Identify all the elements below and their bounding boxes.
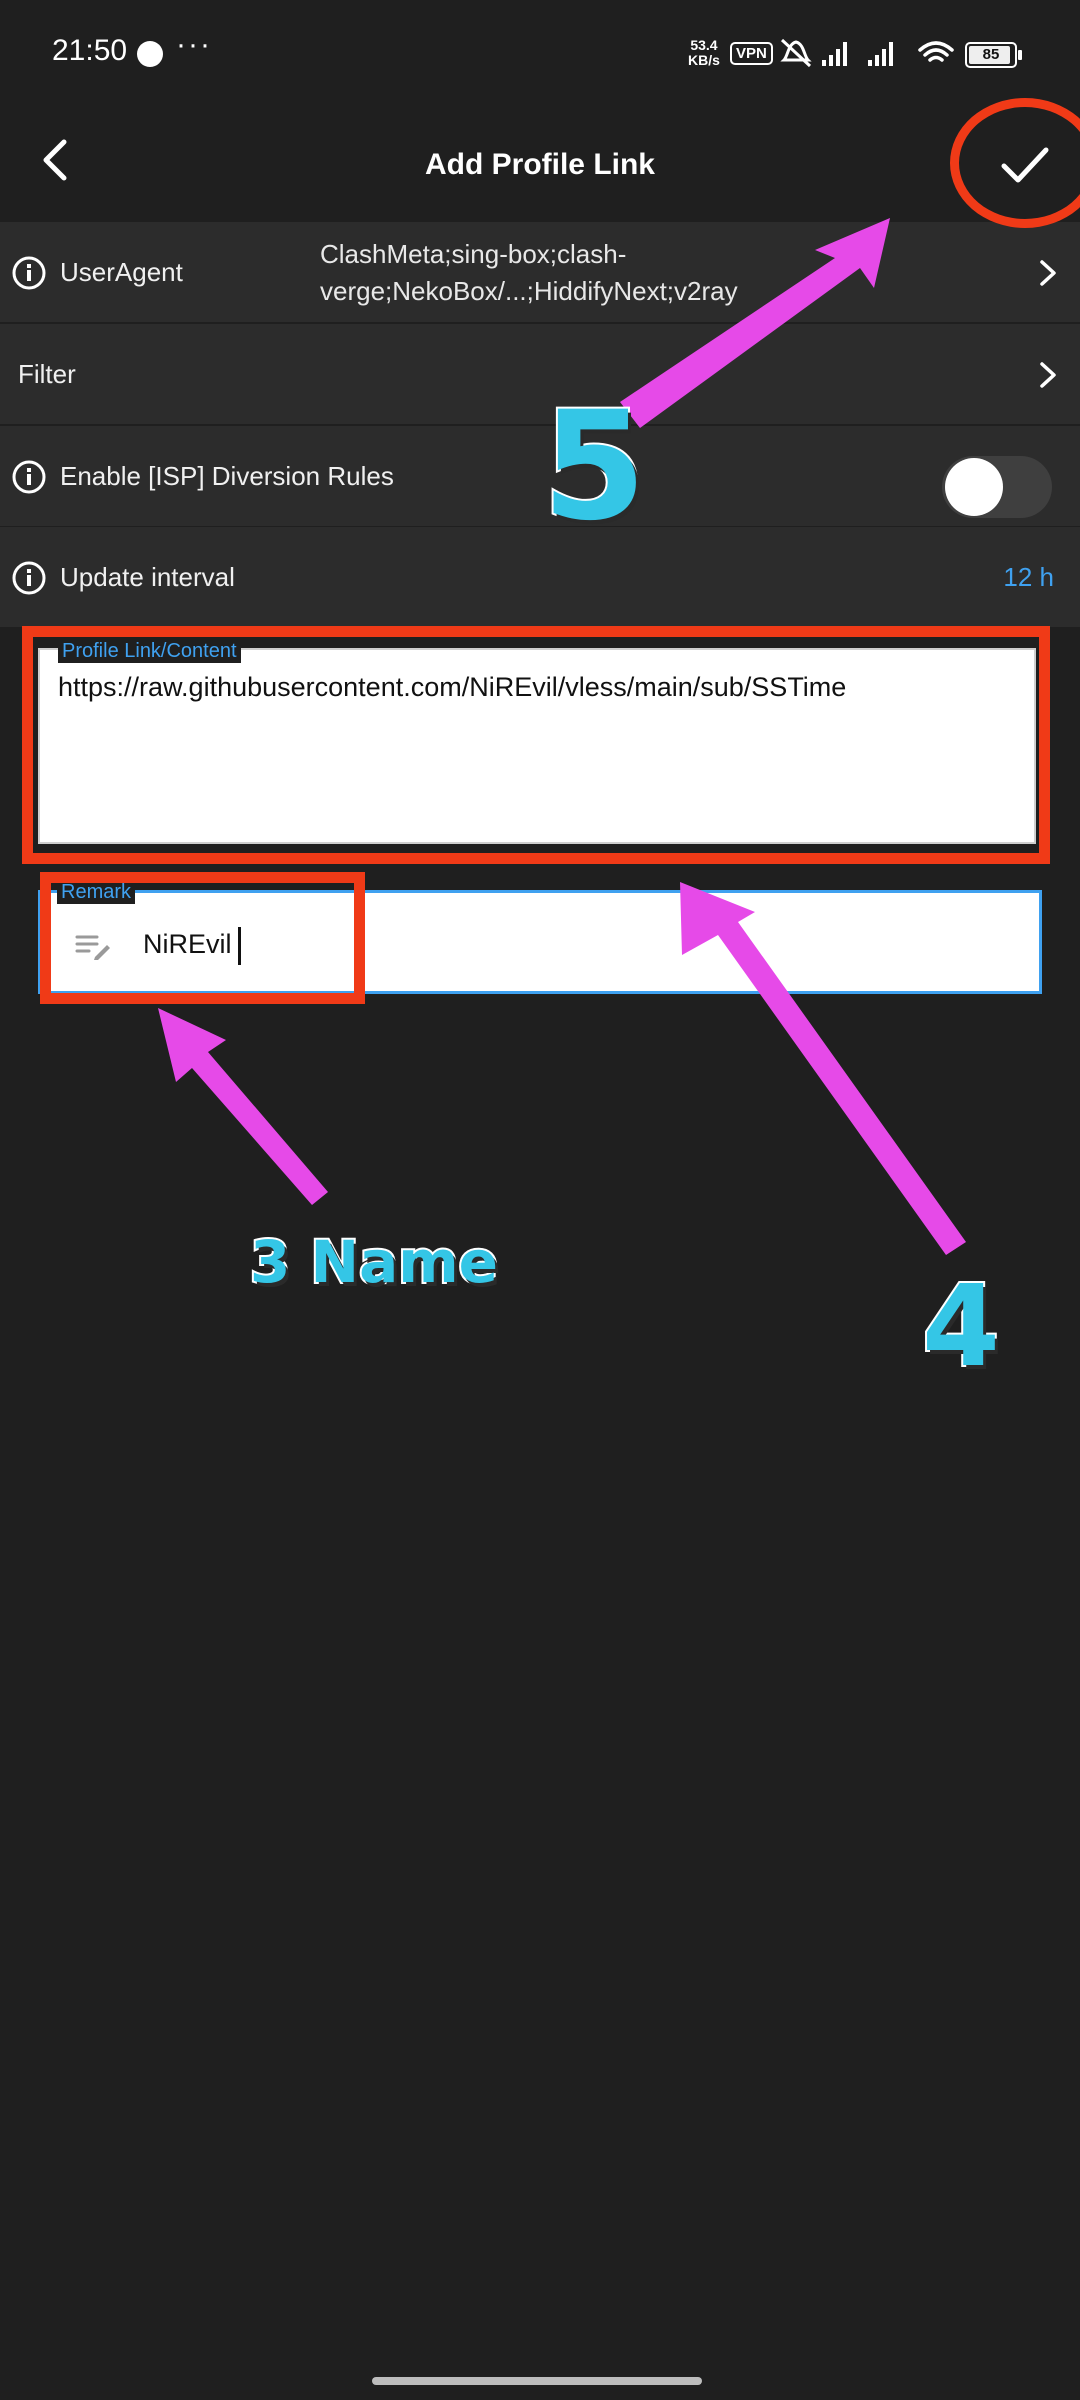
arrow-step-5 [620,218,890,428]
arrow-step-4 [680,882,966,1255]
arrow-step-3 [158,1008,328,1205]
annotation-step-3: 3 Name [248,1226,500,1298]
annotation-arrows [158,218,966,1255]
annotation-step-4: 4 [920,1260,1002,1394]
home-indicator[interactable] [372,2377,702,2385]
annotation-step-5: 5 [540,378,648,556]
